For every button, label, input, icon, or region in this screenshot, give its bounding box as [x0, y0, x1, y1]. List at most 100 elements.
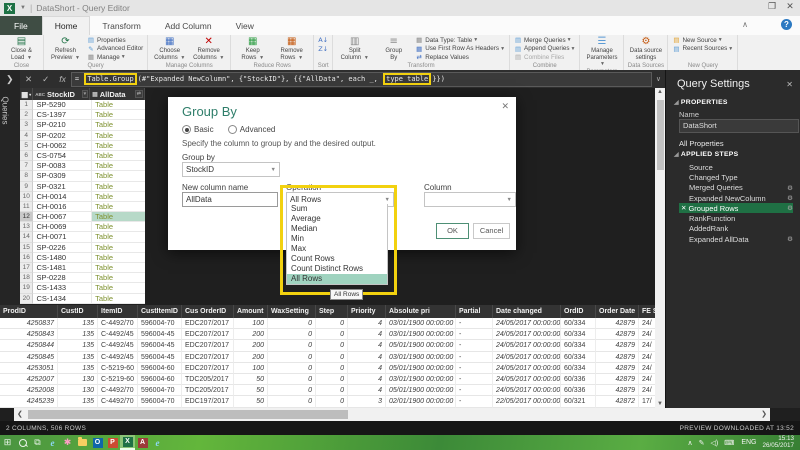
preview-row[interactable]: 6CS-0754Table: [20, 151, 145, 161]
data-column-header[interactable]: CustItemID: [138, 305, 182, 318]
alldata-table-link[interactable]: Table: [92, 182, 145, 192]
alldata-table-link[interactable]: Table: [92, 294, 145, 304]
cancel-button[interactable]: Cancel: [473, 223, 510, 239]
language-indicator[interactable]: ENG: [741, 439, 756, 446]
stockid-cell[interactable]: SP-0309: [33, 171, 92, 181]
tray-pen-icon[interactable]: ✎: [699, 439, 705, 447]
expand-column-icon[interactable]: ⇄: [135, 90, 143, 98]
expand-formula-bar-icon[interactable]: ∨: [656, 75, 661, 83]
close-load-button[interactable]: ▤Close &Load ▼: [3, 36, 40, 61]
preview-row[interactable]: 15SP-0226Table: [20, 243, 145, 253]
alldata-table-link[interactable]: Table: [92, 161, 145, 171]
preview-row[interactable]: 7SP-0083Table: [20, 161, 145, 171]
data-column-header[interactable]: Step: [316, 305, 348, 318]
stockid-cell[interactable]: SP-0202: [33, 131, 92, 141]
data-column-header[interactable]: Date changed: [493, 305, 561, 318]
split-column-button[interactable]: ▥SplitColumn ▼: [336, 36, 373, 61]
data-row[interactable]: 4250844135C-4492/45596004-45EDC207/20172…: [0, 340, 655, 351]
alldata-table-link[interactable]: Table: [92, 212, 145, 222]
preview-row[interactable]: 13CH-0069Table: [20, 222, 145, 232]
new-source-button[interactable]: ▤New Source▼: [672, 36, 733, 45]
stockid-cell[interactable]: SP-0083: [33, 161, 92, 171]
taskbar-powerpoint-icon[interactable]: P: [105, 435, 120, 450]
replace-values-button[interactable]: ⇄Replace Values: [415, 53, 505, 62]
data-column-header[interactable]: CustID: [58, 305, 98, 318]
operation-option-count-distinct-rows[interactable]: Count Distinct Rows: [287, 264, 387, 274]
remove-columns-button[interactable]: ✕RemoveColumns ▼: [190, 36, 227, 61]
preview-row[interactable]: 8SP-0309Table: [20, 171, 145, 181]
properties-button[interactable]: ▤Properties: [87, 36, 143, 45]
column-header-stockid[interactable]: ABCStockID▾: [33, 88, 90, 100]
append-queries-button[interactable]: ▤Append Queries▼: [514, 45, 575, 54]
stockid-cell[interactable]: CS-1481: [33, 263, 92, 273]
preview-row[interactable]: 2CS-1397Table: [20, 110, 145, 120]
tab-home[interactable]: Home: [42, 16, 91, 35]
help-icon[interactable]: ?: [781, 19, 792, 30]
scroll-up-arrow-icon[interactable]: ▲: [657, 89, 663, 95]
applied-step-merged-queries[interactable]: Merged Queries⚙: [679, 183, 793, 193]
query-name-input[interactable]: DataShort: [679, 119, 799, 133]
data-column-header[interactable]: ProdID: [0, 305, 58, 318]
preview-row[interactable]: 10CH-0014Table: [20, 192, 145, 202]
stockid-cell[interactable]: CH-0069: [33, 222, 92, 232]
stockid-cell[interactable]: SP-0210: [33, 120, 92, 130]
applied-step-rankfunction[interactable]: RankFunction: [679, 213, 793, 223]
alldata-table-link[interactable]: Table: [92, 192, 145, 202]
alldata-table-link[interactable]: Table: [92, 100, 145, 110]
restore-window-button[interactable]: ❐: [764, 1, 780, 12]
operation-option-average[interactable]: Average: [287, 214, 387, 224]
data-row[interactable]: 4253051135C-5219-60596004-60EDC207/20171…: [0, 363, 655, 374]
operation-option-max[interactable]: Max: [287, 244, 387, 254]
stockid-cell[interactable]: CH-0071: [33, 232, 92, 242]
stockid-cell[interactable]: CS-1433: [33, 283, 92, 293]
advanced-editor-button[interactable]: ✎Advanced Editor: [87, 45, 143, 54]
preview-row[interactable]: 17CS-1481Table: [20, 263, 145, 273]
preview-row[interactable]: 3SP-0210Table: [20, 120, 145, 130]
data-row[interactable]: 4252008130C-4492/70596004-70TDC205/20175…: [0, 385, 655, 396]
table-menu-icon[interactable]: ▦▾: [20, 88, 33, 100]
data-column-header[interactable]: Absolute pri: [386, 305, 456, 318]
operation-option-all-rows[interactable]: All Rows: [287, 274, 387, 284]
commit-formula-icon[interactable]: ✓: [42, 74, 49, 85]
remove-rows-button[interactable]: ▦RemoveRows ▼: [273, 36, 310, 61]
applied-step-changed-type[interactable]: Changed Type: [679, 172, 793, 182]
step-settings-gear-icon[interactable]: ⚙: [787, 235, 793, 243]
applied-step-expanded-alldata[interactable]: Expanded AllData⚙: [679, 234, 793, 244]
taskbar-edge-icon[interactable]: e: [45, 435, 60, 450]
tab-view[interactable]: View: [224, 16, 266, 35]
stockid-cell[interactable]: CS-1397: [33, 110, 92, 120]
preview-row[interactable]: 1SP-5290Table: [20, 100, 145, 110]
scroll-down-arrow-icon[interactable]: ▼: [657, 401, 663, 407]
preview-row[interactable]: 9SP-0321Table: [20, 182, 145, 192]
alldata-table-link[interactable]: Table: [92, 110, 145, 120]
operation-option-median[interactable]: Median: [287, 224, 387, 234]
column-combobox[interactable]: ▼: [424, 192, 516, 207]
manage-button[interactable]: ▦Manage▼: [87, 53, 143, 62]
stockid-cell[interactable]: CS-0754: [33, 151, 92, 161]
alldata-table-link[interactable]: Table: [92, 243, 145, 253]
scroll-left-arrow-icon[interactable]: ❮: [17, 410, 23, 418]
step-settings-gear-icon[interactable]: ⚙: [787, 204, 793, 212]
alldata-table-link[interactable]: Table: [92, 171, 145, 181]
stockid-cell[interactable]: CH-0016: [33, 202, 92, 212]
tray-speaker-icon[interactable]: ◁): [710, 439, 718, 447]
data-row[interactable]: 4250837135C-4492/70596004-70EDC207/20171…: [0, 318, 655, 329]
sort-za-icon-button[interactable]: Z↓: [318, 45, 328, 54]
applied-step-source[interactable]: Source: [679, 162, 793, 172]
data-column-header[interactable]: Cus OrderID: [182, 305, 234, 318]
preview-row[interactable]: 16CS-1480Table: [20, 253, 145, 263]
data-column-header[interactable]: Order Date: [596, 305, 639, 318]
manage-parameters-button[interactable]: ☰ManageParameters ▼: [583, 36, 620, 68]
data-row[interactable]: 4252007130C-5219-60596004-60TDC205/20175…: [0, 374, 655, 385]
operation-option-count-rows[interactable]: Count Rows: [287, 254, 387, 264]
stockid-cell[interactable]: SP-0228: [33, 273, 92, 283]
horizontal-scrollbar[interactable]: ❮ ❯: [14, 408, 770, 421]
column-header-alldata[interactable]: ▦AllData⇄: [90, 88, 145, 100]
tab-transform[interactable]: Transform: [90, 16, 152, 35]
taskbar-start-icon[interactable]: ⊞: [0, 435, 15, 450]
stockid-cell[interactable]: CH-0014: [33, 192, 92, 202]
refresh-preview-button[interactable]: ⟳RefreshPreview ▼: [47, 36, 84, 61]
keep-rows-button[interactable]: ▦KeepRows ▼: [234, 36, 271, 61]
alldata-table-link[interactable]: Table: [92, 222, 145, 232]
horizontal-scroll-thumb[interactable]: [28, 410, 348, 419]
